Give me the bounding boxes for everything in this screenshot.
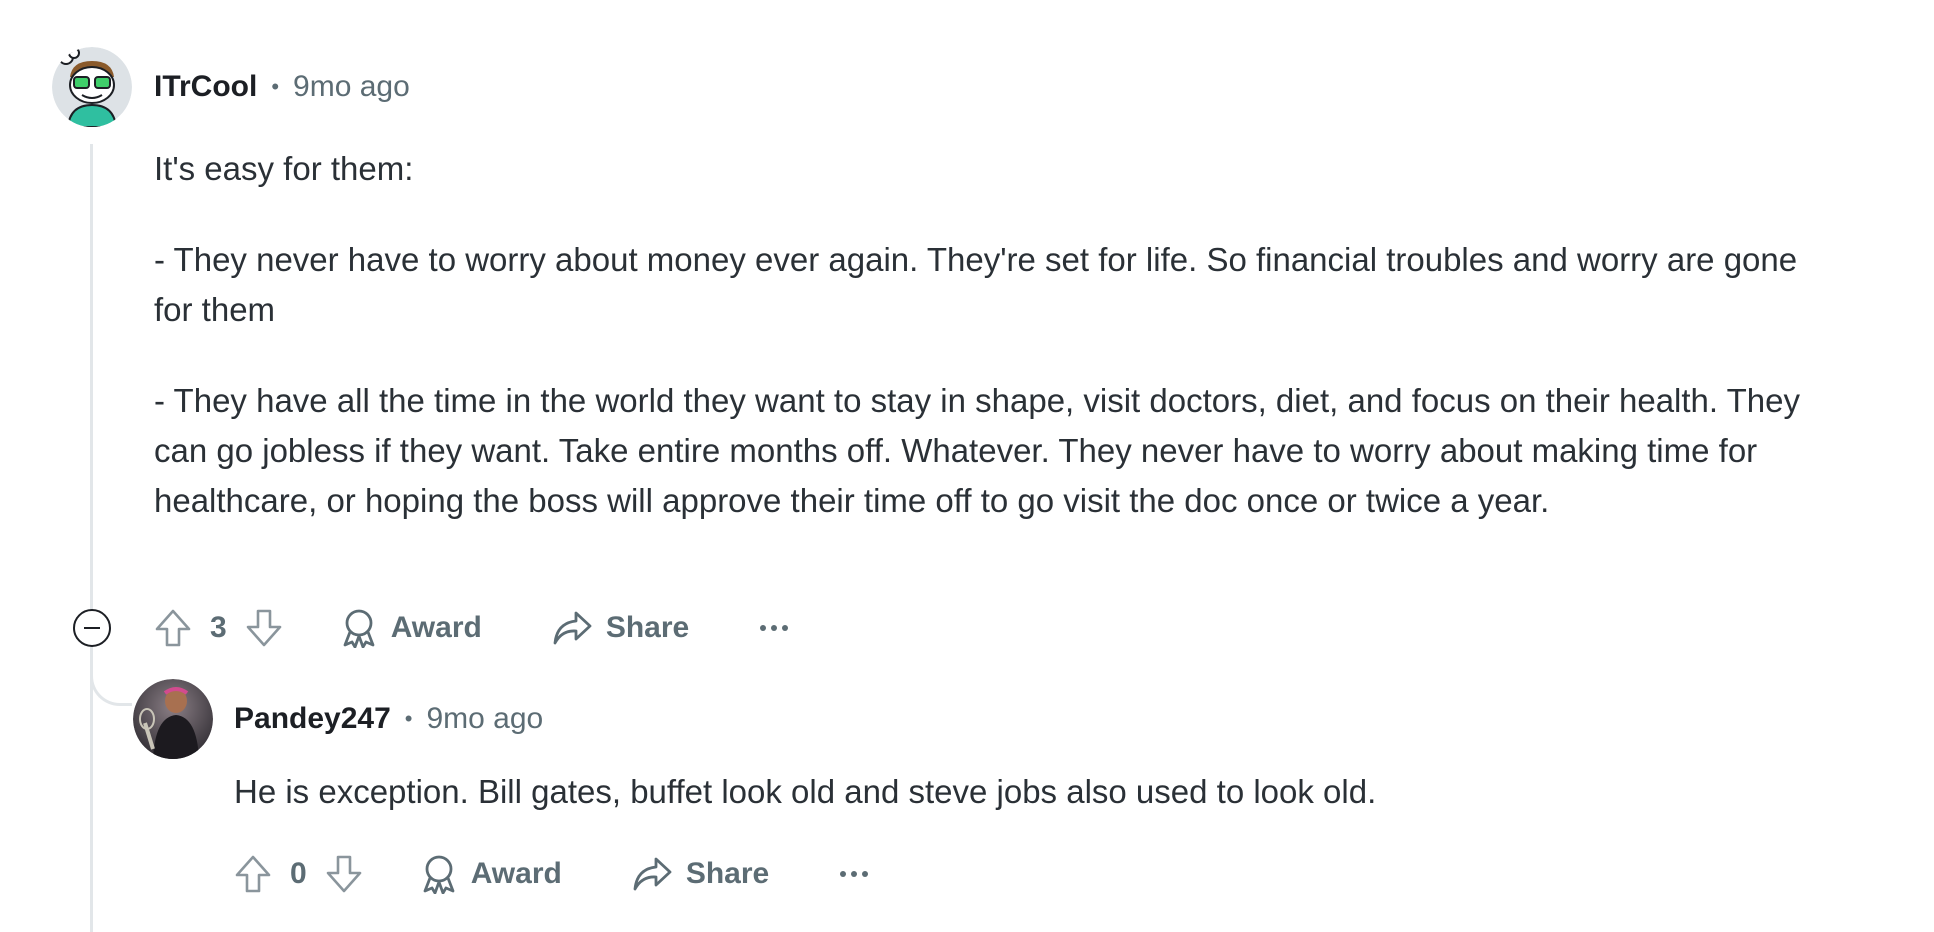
collapse-thread-button[interactable] bbox=[73, 609, 111, 647]
thread-branch-curve bbox=[90, 660, 132, 706]
award-button[interactable]: Award bbox=[341, 608, 482, 648]
downvote-arrow-icon bbox=[246, 609, 281, 647]
thread-line bbox=[90, 144, 93, 932]
upvote-arrow-icon bbox=[155, 609, 191, 647]
more-dots-icon bbox=[760, 625, 789, 631]
comment-header: Pandey247 • 9mo ago bbox=[234, 699, 543, 739]
comment-paragraph: - They never have to worry about money e… bbox=[154, 241, 1798, 328]
avatar[interactable] bbox=[133, 679, 213, 759]
snoo-avatar-icon bbox=[52, 47, 132, 127]
user-photo-avatar bbox=[133, 679, 213, 759]
comment-body: He is exception. Bill gates, buffet look… bbox=[234, 767, 1834, 817]
more-options-button[interactable] bbox=[759, 623, 789, 633]
award-icon bbox=[423, 855, 455, 894]
separator-dot: • bbox=[404, 706, 413, 731]
more-options-button[interactable] bbox=[839, 869, 869, 879]
vote-count: 3 bbox=[210, 611, 227, 644]
award-icon bbox=[343, 609, 375, 648]
comment-paragraph: He is exception. Bill gates, buffet look… bbox=[234, 773, 1377, 810]
share-button[interactable]: Share bbox=[552, 610, 689, 646]
upvote-button[interactable] bbox=[154, 608, 192, 648]
upvote-arrow-icon bbox=[235, 855, 271, 893]
minus-icon bbox=[84, 626, 100, 630]
downvote-arrow-icon bbox=[326, 855, 361, 893]
upvote-button[interactable] bbox=[234, 854, 272, 894]
avatar[interactable] bbox=[52, 47, 132, 127]
award-label: Award bbox=[390, 611, 482, 644]
comment-paragraph: It's easy for them: bbox=[154, 150, 414, 187]
vote-count: 0 bbox=[290, 857, 307, 890]
comment-actions: 0 Award Share bbox=[234, 846, 869, 902]
share-button[interactable]: Share bbox=[632, 856, 769, 892]
username[interactable]: ITrCool bbox=[154, 70, 257, 104]
comment-actions: 3 Award Share bbox=[154, 600, 789, 656]
comment-paragraph: - They have all the time in the world th… bbox=[154, 382, 1801, 519]
more-dots-icon bbox=[840, 871, 869, 877]
timestamp[interactable]: 9mo ago bbox=[426, 702, 543, 736]
separator-dot: • bbox=[271, 74, 280, 99]
share-label: Share bbox=[605, 611, 690, 644]
username[interactable]: Pandey247 bbox=[234, 702, 391, 736]
comment-body: It's easy for them: - They never have to… bbox=[154, 144, 1814, 526]
award-label: Award bbox=[470, 857, 562, 890]
share-label: Share bbox=[685, 857, 770, 890]
downvote-button[interactable] bbox=[245, 608, 283, 648]
share-icon bbox=[633, 857, 672, 891]
award-button[interactable]: Award bbox=[421, 854, 562, 894]
timestamp[interactable]: 9mo ago bbox=[293, 70, 410, 104]
comment-header: ITrCool • 9mo ago bbox=[154, 67, 410, 107]
downvote-button[interactable] bbox=[325, 854, 363, 894]
share-icon bbox=[553, 611, 592, 645]
